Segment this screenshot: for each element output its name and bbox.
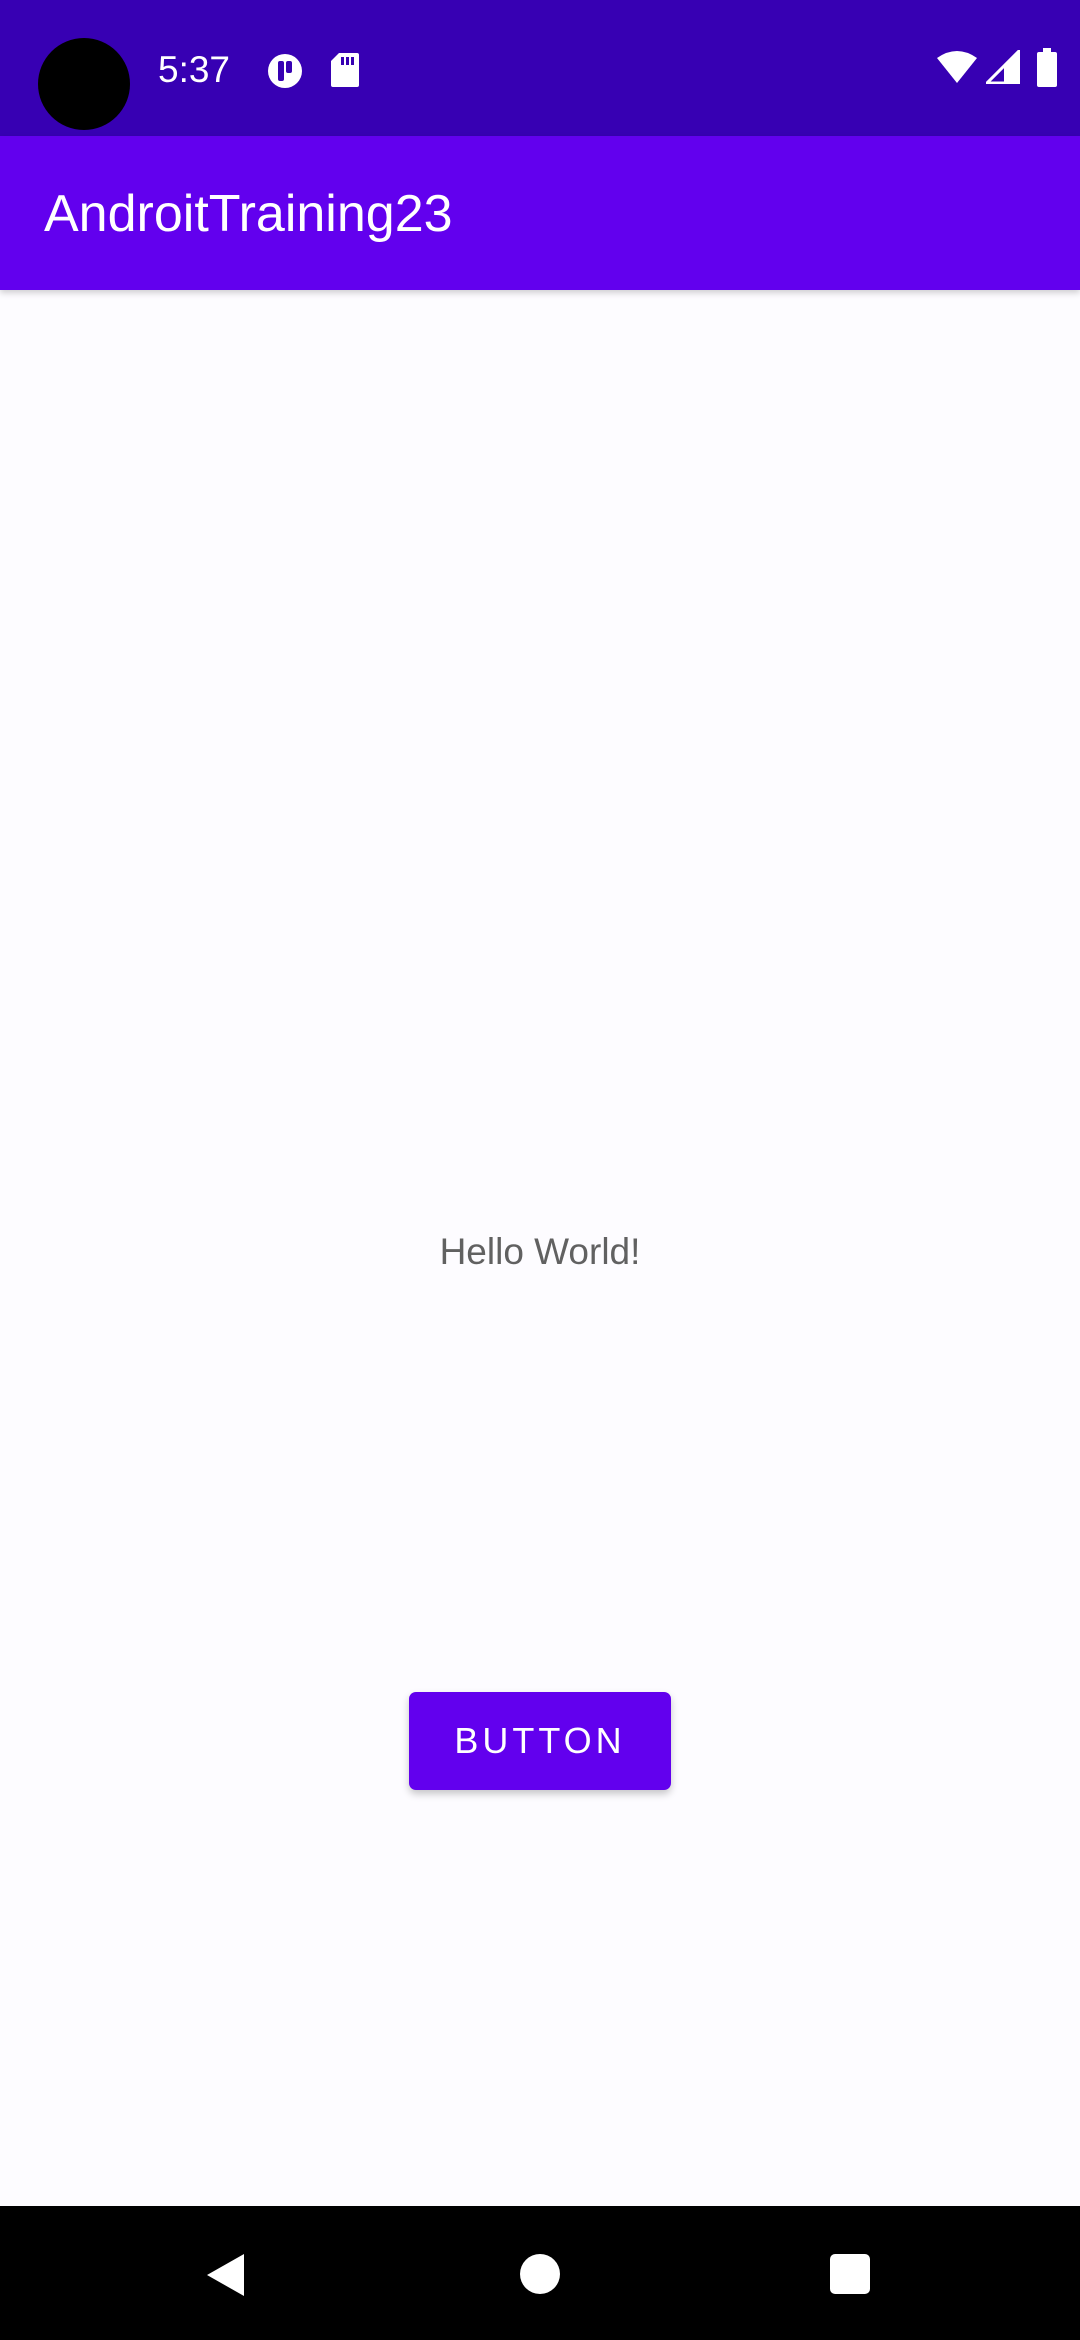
app-notification-icon xyxy=(268,54,302,88)
camera-cutout xyxy=(38,38,130,130)
sd-card-icon xyxy=(331,53,359,87)
status-time: 5:37 xyxy=(158,49,231,90)
wifi-icon xyxy=(937,51,977,83)
status-bar: 5:37 xyxy=(0,0,1080,136)
app-title: AndroitTraining23 xyxy=(44,185,453,243)
battery-icon xyxy=(1037,48,1057,87)
hello-world-text: Hello World! xyxy=(439,1231,641,1272)
app-bar: AndroitTraining23 xyxy=(0,136,1080,290)
navigation-bar xyxy=(0,2206,1080,2340)
recents-icon[interactable] xyxy=(830,2254,870,2294)
cell-signal-icon xyxy=(986,50,1020,84)
app-screen: 5:37 AndroitTraining23 Hello World! BUTT… xyxy=(0,0,1080,2340)
back-icon[interactable] xyxy=(204,2252,246,2298)
home-icon[interactable] xyxy=(520,2254,560,2294)
primary-button[interactable]: BUTTON xyxy=(409,1692,671,1790)
